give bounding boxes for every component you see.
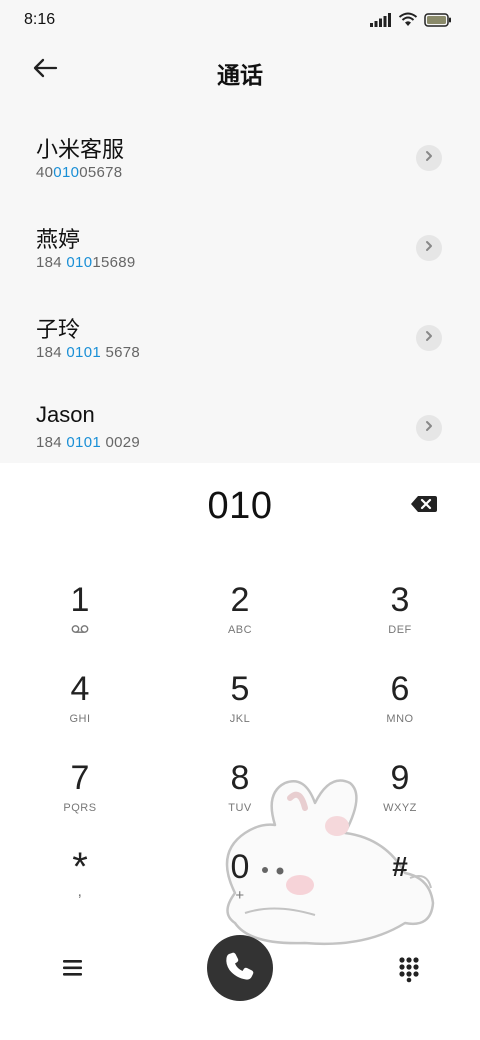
- key-star[interactable]: * ,: [20, 847, 140, 923]
- key-0[interactable]: 0 +: [180, 847, 300, 923]
- chevron-right-icon: [424, 239, 434, 257]
- status-bar: 8:16: [0, 0, 480, 42]
- key-4[interactable]: 4 GHI: [20, 669, 140, 745]
- key-hash[interactable]: #: [340, 847, 460, 923]
- contact-name: 小米客服: [36, 137, 125, 162]
- key-9[interactable]: 9 WXYZ: [340, 758, 460, 834]
- chevron-right-icon: [424, 329, 434, 347]
- key-8[interactable]: 8 TUV: [180, 758, 300, 834]
- keypad-grid-icon: [394, 957, 424, 987]
- contact-detail-button[interactable]: [416, 235, 442, 261]
- contact-detail-button[interactable]: [416, 415, 442, 441]
- page-title: 通话: [217, 62, 263, 88]
- contact-item[interactable]: 小米客服 4001005678: [0, 104, 480, 194]
- key-3[interactable]: 3 DEF: [340, 580, 460, 656]
- dialpad: 010 1 2 ABC 3 DEF 4 GHI 5 JKL 6 MNO 7 PQ…: [0, 463, 480, 1040]
- chevron-right-icon: [424, 419, 434, 437]
- phone-icon: [223, 949, 257, 988]
- contact-name: Jason: [36, 402, 95, 427]
- backspace-icon: [410, 496, 438, 519]
- status-time: 8:16: [24, 11, 56, 28]
- battery-icon: [424, 12, 452, 32]
- chevron-right-icon: [424, 149, 434, 167]
- key-2[interactable]: 2 ABC: [180, 580, 300, 656]
- contact-detail-button[interactable]: [416, 145, 442, 171]
- wifi-icon: [398, 12, 418, 32]
- hide-keypad-button[interactable]: [394, 953, 424, 983]
- status-icons: [370, 12, 452, 32]
- menu-button[interactable]: [58, 953, 88, 983]
- key-6[interactable]: 6 MNO: [340, 669, 460, 745]
- contact-item[interactable]: 子玲 184 0101 5678: [0, 284, 480, 374]
- key-1[interactable]: 1: [20, 580, 140, 656]
- contact-number: 184 0101 5678: [36, 344, 141, 361]
- contact-name: 燕婷: [36, 227, 81, 252]
- contact-name: 子玲: [36, 317, 81, 342]
- signal-icon: [370, 12, 392, 32]
- contact-detail-button[interactable]: [416, 325, 442, 351]
- dialpad-action-bar: [0, 933, 480, 1013]
- dialed-number: 010: [207, 485, 273, 527]
- contact-suggestions-list: 小米客服 4001005678 燕婷 184 01015689 子玲 184 0…: [0, 104, 480, 463]
- contact-item[interactable]: 燕婷 184 01015689: [0, 194, 480, 284]
- contact-item[interactable]: Jason 184 0101 0029: [0, 374, 480, 463]
- contact-number: 184 0101 0029: [36, 434, 141, 451]
- contact-number: 184 01015689: [36, 254, 136, 271]
- call-button[interactable]: [207, 935, 273, 1001]
- menu-icon: [58, 960, 88, 987]
- key-7[interactable]: 7 PQRS: [20, 758, 140, 834]
- voicemail-icon: [20, 624, 140, 637]
- key-5[interactable]: 5 JKL: [180, 669, 300, 745]
- contact-number: 4001005678: [36, 164, 123, 181]
- header: 通话: [0, 42, 480, 104]
- backspace-button[interactable]: [410, 493, 444, 521]
